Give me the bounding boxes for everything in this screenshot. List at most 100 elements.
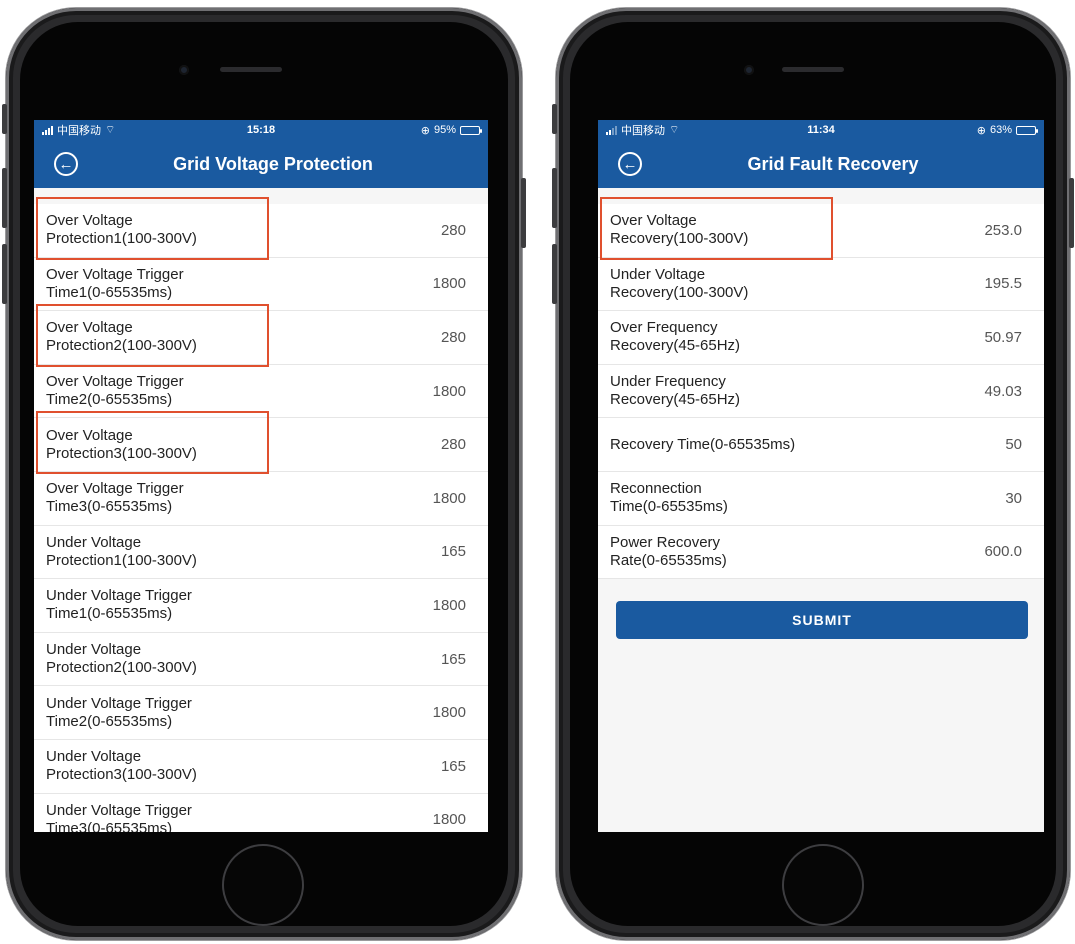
- submit-button[interactable]: SUBMIT: [616, 601, 1028, 640]
- settings-row[interactable]: Under Voltage Protection1(100-300V) 165: [34, 526, 488, 580]
- row-label-line1: Recovery Time(0-65535ms): [610, 435, 796, 453]
- settings-row[interactable]: Under Voltage Recovery(100-300V) 195.5: [598, 258, 1044, 312]
- row-label-line1: Under Voltage Trigger: [46, 694, 192, 712]
- row-label-line2: Recovery(100-300V): [610, 283, 749, 301]
- row-value-input[interactable]: 253.0: [984, 222, 1022, 239]
- row-label: Over Voltage Trigger Time1(0-65535ms): [46, 266, 286, 302]
- settings-row[interactable]: Over Voltage Trigger Time3(0-65535ms) 1800: [34, 472, 488, 526]
- battery-percent: 63%: [989, 124, 1012, 136]
- settings-row[interactable]: Over Voltage Recovery(100-300V) 253.0: [598, 197, 1044, 260]
- row-value-input[interactable]: 280: [441, 436, 466, 453]
- row-label-line2: Protection2(100-300V): [46, 659, 197, 677]
- row-label-line1: Under Voltage: [610, 265, 706, 283]
- settings-row[interactable]: Over Frequency Recovery(45-65Hz) 50.97: [598, 311, 1044, 365]
- row-label-line2: Protection1(100-300V): [46, 551, 197, 569]
- settings-row[interactable]: Under Voltage Trigger Time2(0-65535ms) 180…: [34, 686, 488, 740]
- front-camera: [744, 65, 754, 75]
- row-label-line2: Protection3(100-300V): [46, 444, 197, 462]
- row-label-line1: Over Voltage: [46, 212, 133, 230]
- row-label-line2: Time2(0-65535ms): [46, 391, 173, 409]
- row-label-line2: Rate(0-65535ms): [610, 551, 727, 569]
- home-button[interactable]: [782, 844, 864, 926]
- row-label-line1: Under Voltage: [46, 641, 142, 659]
- status-bar: 中国移动 ⌔ 11:34 ⊕ 63%: [598, 120, 1044, 140]
- row-label-line2: Time1(0-65535ms): [46, 283, 173, 301]
- power-button: [1069, 178, 1074, 248]
- volume-down-button: [2, 244, 7, 304]
- page-title: Grid Fault Recovery: [747, 153, 919, 174]
- row-label-line1: Over Voltage: [46, 426, 133, 444]
- front-camera: [179, 65, 189, 75]
- wifi-icon: ⌔: [669, 124, 680, 136]
- settings-row[interactable]: Under Frequency Recovery(45-65Hz) 49.03: [598, 365, 1044, 419]
- row-value-input[interactable]: 1800: [433, 597, 466, 614]
- signal-icon: [42, 125, 53, 135]
- row-label-line2: Time1(0-65535ms): [46, 605, 173, 623]
- row-label-line2: Protection1(100-300V): [46, 230, 197, 248]
- volume-down-button: [552, 244, 557, 304]
- row-label-line1: Power Recovery: [610, 533, 721, 551]
- battery-icon: [460, 125, 482, 135]
- row-value-input[interactable]: 165: [441, 651, 466, 668]
- row-label: Reconnection Time(0-65535ms): [610, 480, 850, 516]
- home-button[interactable]: [222, 844, 304, 926]
- row-value-input[interactable]: 1800: [433, 490, 466, 507]
- row-value-input[interactable]: 50.97: [984, 329, 1022, 346]
- row-value-input[interactable]: 600.0: [984, 543, 1022, 560]
- settings-row[interactable]: Over Voltage Trigger Time1(0-65535ms) 1800: [34, 258, 488, 312]
- carrier-name: 中国移动: [621, 125, 665, 137]
- row-label: Over Voltage Protection2(100-300V): [46, 319, 286, 355]
- row-label-line1: Over Voltage: [46, 319, 133, 337]
- settings-row[interactable]: Reconnection Time(0-65535ms) 30: [598, 472, 1044, 526]
- settings-list: Over Voltage Protection1(100-300V) 280 Over…: [34, 197, 488, 832]
- row-label-line1: Over Voltage: [610, 212, 697, 230]
- right-screen: 中国移动 ⌔ 11:34 ⊕ 63% ← Grid Fault Recovery…: [598, 120, 1044, 832]
- settings-row[interactable]: Recovery Time(0-65535ms) 50: [598, 418, 1044, 472]
- settings-row[interactable]: Over Voltage Trigger Time2(0-65535ms) 1800: [34, 365, 488, 419]
- row-value-input[interactable]: 280: [441, 329, 466, 346]
- right-phone-frame: 中国移动 ⌔ 11:34 ⊕ 63% ← Grid Fault Recovery…: [552, 8, 1074, 940]
- row-label-line1: Reconnection: [610, 480, 702, 498]
- back-arrow-circle-icon[interactable]: ←: [54, 152, 78, 176]
- row-value-input[interactable]: 280: [441, 222, 466, 239]
- volume-up-button: [552, 168, 557, 228]
- wifi-icon: ⌔: [105, 124, 116, 136]
- settings-row[interactable]: Under Voltage Protection2(100-300V) 165: [34, 633, 488, 687]
- row-value-input[interactable]: 1800: [433, 383, 466, 400]
- settings-row[interactable]: Under Voltage Protection3(100-300V) 165: [34, 740, 488, 794]
- row-label-line1: Under Voltage: [46, 748, 142, 766]
- row-value-input[interactable]: 165: [441, 758, 466, 775]
- back-arrow-circle-icon[interactable]: ←: [618, 152, 642, 176]
- row-label: Under Voltage Protection2(100-300V): [46, 641, 286, 677]
- settings-row[interactable]: Under Voltage Trigger Time1(0-65535ms) 180…: [34, 579, 488, 633]
- mute-switch: [552, 104, 557, 134]
- row-label-line1: Under Voltage Trigger: [46, 587, 192, 605]
- row-value-input[interactable]: 1800: [433, 704, 466, 721]
- row-label-line1: Under Voltage Trigger: [46, 801, 192, 819]
- settings-row[interactable]: Power Recovery Rate(0-65535ms) 600.0: [598, 526, 1044, 580]
- row-label-line2: Protection2(100-300V): [46, 337, 197, 355]
- row-value-input[interactable]: 50: [1005, 436, 1022, 453]
- row-label-line2: Recovery(100-300V): [610, 230, 749, 248]
- settings-row[interactable]: Over Voltage Protection1(100-300V) 280: [34, 197, 488, 260]
- row-label-line1: Over Frequency: [610, 319, 718, 337]
- row-value-input[interactable]: 49.03: [984, 383, 1022, 400]
- row-value-input[interactable]: 1800: [433, 275, 466, 292]
- row-label-line2: Time3(0-65535ms): [46, 498, 173, 516]
- earpiece-speaker: [220, 67, 282, 72]
- row-label-line2: Protection3(100-300V): [46, 766, 197, 784]
- row-value-input[interactable]: 165: [441, 543, 466, 560]
- settings-row[interactable]: Under Voltage Trigger Time3(0-65535ms) 180…: [34, 794, 488, 832]
- row-value-input[interactable]: 30: [1005, 490, 1022, 507]
- row-label: Over Voltage Recovery(100-300V): [610, 212, 850, 248]
- earpiece-speaker: [782, 67, 844, 72]
- row-label: Under Voltage Protection1(100-300V): [46, 534, 286, 570]
- settings-row[interactable]: Over Voltage Protection2(100-300V) 280: [34, 304, 488, 367]
- row-value-input[interactable]: 195.5: [984, 275, 1022, 292]
- row-label: Under Voltage Trigger Time1(0-65535ms): [46, 587, 286, 623]
- row-value-input[interactable]: 1800: [433, 811, 466, 828]
- settings-row[interactable]: Over Voltage Protection3(100-300V) 280: [34, 411, 488, 474]
- row-label-line2: Recovery(45-65Hz): [610, 391, 741, 409]
- row-label: Over Voltage Trigger Time3(0-65535ms): [46, 480, 286, 516]
- row-label: Under Voltage Trigger Time3(0-65535ms): [46, 802, 286, 832]
